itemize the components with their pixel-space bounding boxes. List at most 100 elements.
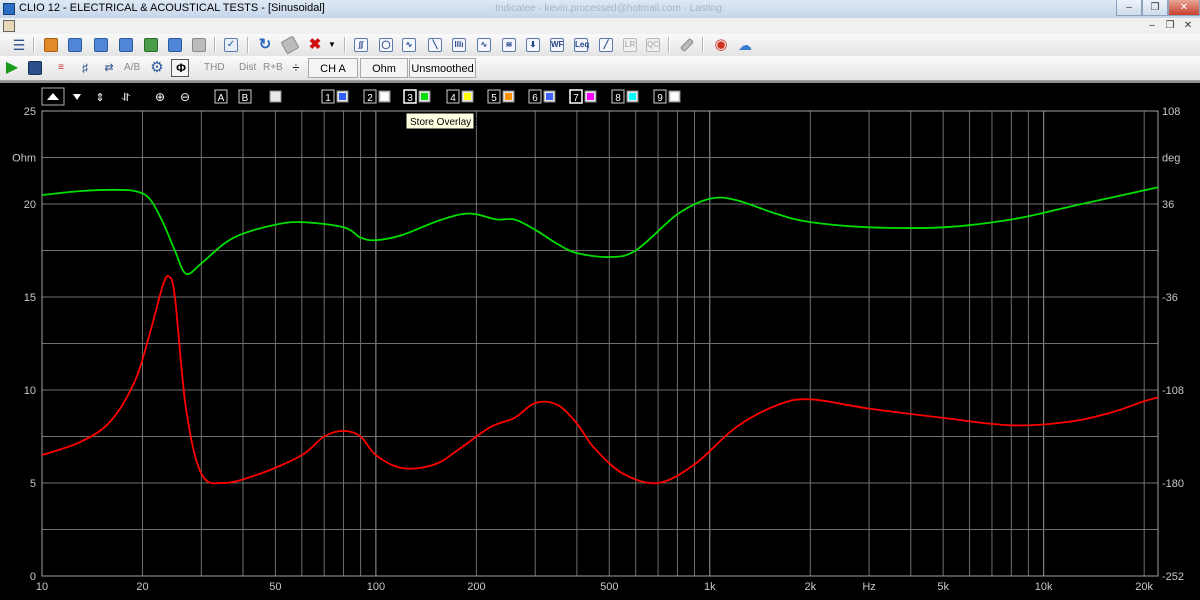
x-tick-label: 2k bbox=[804, 581, 816, 593]
document-icon[interactable] bbox=[3, 20, 15, 32]
mdi-restore-button[interactable]: ❐ bbox=[1162, 20, 1178, 33]
phase-curve bbox=[41, 186, 1159, 276]
calendar-icon[interactable] bbox=[166, 36, 184, 54]
close-button[interactable]: ✕ bbox=[1168, 0, 1200, 16]
thd-label[interactable]: THD bbox=[204, 62, 225, 73]
compress-vertical-icon[interactable]: ⥯ bbox=[121, 92, 130, 104]
overlay-button-label: 7 bbox=[573, 93, 579, 104]
overlay-button-label: 4 bbox=[450, 93, 456, 104]
delete-icon[interactable]: ✖ bbox=[306, 36, 324, 54]
calibration-icon[interactable]: ≡ bbox=[52, 59, 70, 77]
y-tick-label: 5 bbox=[30, 478, 36, 490]
sweep-icon[interactable]: ╲ bbox=[426, 36, 444, 54]
sinusoidal-icon[interactable]: ∿ bbox=[400, 36, 418, 54]
download-icon[interactable]: ⬇ bbox=[524, 36, 542, 54]
qc-icon[interactable]: QC bbox=[644, 36, 662, 54]
overlay-button-label: 6 bbox=[532, 93, 538, 104]
fft-icon[interactable]: ◯ bbox=[377, 36, 395, 54]
y-tick-label: 15 bbox=[24, 292, 36, 304]
waterfall-icon[interactable]: ≋ bbox=[500, 36, 518, 54]
x-tick-label: 20 bbox=[136, 581, 148, 593]
online-help-icon[interactable]: ☁ bbox=[736, 36, 754, 54]
overlay-button-label: B bbox=[242, 93, 249, 104]
save-as-icon[interactable] bbox=[117, 36, 135, 54]
smoothing-selector[interactable]: Unsmoothed bbox=[409, 58, 476, 78]
overlay-color bbox=[381, 93, 388, 100]
expand-vertical-icon[interactable]: ⇕ bbox=[95, 92, 104, 104]
zoom-in-icon[interactable]: ⊕ bbox=[155, 90, 165, 104]
x-tick-label: 10k bbox=[1035, 581, 1053, 593]
overlay-button-label: 8 bbox=[615, 93, 621, 104]
overlay-color bbox=[629, 93, 636, 100]
main-toolbar: ☰ ✓ ↻ ✖ ▼ ∫∫ ◯ ∿ ╲ lllı ∿ ≋ ⬇ WF Leq ╱ L… bbox=[0, 34, 1200, 57]
zoom-out-icon[interactable]: ⊖ bbox=[180, 90, 190, 104]
overlay-color bbox=[505, 93, 512, 100]
rb-label[interactable]: R+B bbox=[263, 62, 283, 73]
y-tick-label: 25 bbox=[24, 106, 36, 118]
divide-icon[interactable]: ÷ bbox=[287, 59, 305, 77]
mdi-close-button[interactable]: ✕ bbox=[1180, 20, 1196, 33]
print-icon[interactable] bbox=[190, 36, 208, 54]
help-lifebuoy-icon[interactable]: ◉ bbox=[712, 36, 730, 54]
settings-gear-icon[interactable]: ⚙ bbox=[148, 59, 166, 77]
y2-tick-label: -252 bbox=[1162, 571, 1184, 583]
save-measurement-icon[interactable] bbox=[26, 59, 44, 77]
x-tick-label: 100 bbox=[367, 581, 385, 593]
open-file-icon[interactable] bbox=[42, 36, 60, 54]
overlay-button-label: 1 bbox=[325, 93, 331, 104]
title-bar: CLIO 12 - ELECTRICAL & ACOUSTICAL TESTS … bbox=[0, 0, 1200, 19]
chart-grid bbox=[41, 110, 1159, 577]
play-icon[interactable]: ▶ bbox=[3, 59, 21, 77]
ruler-icon[interactable] bbox=[678, 36, 696, 54]
minimize-button[interactable]: – bbox=[1116, 0, 1142, 16]
app-icon bbox=[3, 3, 15, 15]
channel-selector[interactable]: CH A bbox=[308, 58, 358, 78]
input-connection-icon[interactable]: ♯ bbox=[76, 59, 94, 77]
y2-tick-label: 108 bbox=[1162, 106, 1180, 118]
oscilloscope-icon[interactable]: ∿ bbox=[475, 36, 493, 54]
ab-label[interactable]: A/B bbox=[124, 62, 140, 73]
y2-tick-label: -108 bbox=[1162, 385, 1184, 397]
menu-icon[interactable]: ☰ bbox=[10, 36, 28, 54]
swap-icon[interactable]: ⇄ bbox=[100, 59, 118, 77]
chart-tick-labels: 10 20 50 100 200 500 1k 2k Hz 5k 10k 20k2520151050O… bbox=[12, 106, 1184, 593]
y-tick-label: 10 bbox=[24, 385, 36, 397]
y2-tick-label: 36 bbox=[1162, 199, 1174, 211]
overlay-button-label: 2 bbox=[367, 93, 373, 104]
overlay-buttons: A B 1 2 3 4 5 6 7 8 9 bbox=[214, 89, 681, 104]
refresh-icon[interactable]: ↻ bbox=[256, 36, 274, 54]
down-arrow-icon[interactable] bbox=[73, 94, 81, 100]
overlay-checkbox[interactable] bbox=[269, 90, 282, 103]
multimeter-icon[interactable]: lllı bbox=[450, 36, 468, 54]
slope-icon[interactable]: ╱ bbox=[597, 36, 615, 54]
mdi-minimize-button[interactable]: – bbox=[1144, 20, 1160, 33]
impedance-curve bbox=[41, 274, 1159, 485]
leq-icon[interactable]: Leq bbox=[572, 36, 590, 54]
window-title: CLIO 12 - ELECTRICAL & ACOUSTICAL TESTS … bbox=[19, 2, 325, 14]
maximize-button[interactable]: ❐ bbox=[1142, 0, 1168, 16]
x-tick-label: 200 bbox=[467, 581, 485, 593]
mls-icon[interactable]: ∫∫ bbox=[352, 36, 370, 54]
overlay-button-label: 5 bbox=[491, 93, 497, 104]
export-image-icon[interactable] bbox=[142, 36, 160, 54]
lr-icon[interactable]: LR bbox=[621, 36, 639, 54]
x-tick-label: 20k bbox=[1135, 581, 1153, 593]
x-tick-label: 500 bbox=[600, 581, 618, 593]
eraser-icon[interactable] bbox=[280, 35, 300, 55]
impedance-phase-chart[interactable]: 10 20 50 100 200 500 1k 2k Hz 5k 10k 20k2520151050O… bbox=[0, 81, 1200, 600]
impedance-mode-icon[interactable]: Φ bbox=[171, 59, 189, 77]
wf-icon[interactable]: WF bbox=[548, 36, 566, 54]
dist-label[interactable]: Dist bbox=[239, 62, 256, 73]
y2-tick-label: -36 bbox=[1162, 292, 1178, 304]
delete-dropdown-icon[interactable]: ▼ bbox=[326, 36, 338, 54]
unit-selector[interactable]: Ohm bbox=[360, 58, 408, 78]
x-tick-label: 1k bbox=[704, 581, 716, 593]
overlay-color bbox=[671, 93, 678, 100]
x-tick-label: 5k bbox=[937, 581, 949, 593]
mdi-bar: – ❐ ✕ bbox=[0, 18, 1200, 35]
save-settings-icon[interactable] bbox=[92, 36, 110, 54]
y-tick-label: 20 bbox=[24, 199, 36, 211]
checklist-icon[interactable]: ✓ bbox=[222, 36, 240, 54]
save-icon[interactable] bbox=[66, 36, 84, 54]
window-title-center: Indicatee - kevin.processed@hotmail.com … bbox=[495, 3, 722, 14]
